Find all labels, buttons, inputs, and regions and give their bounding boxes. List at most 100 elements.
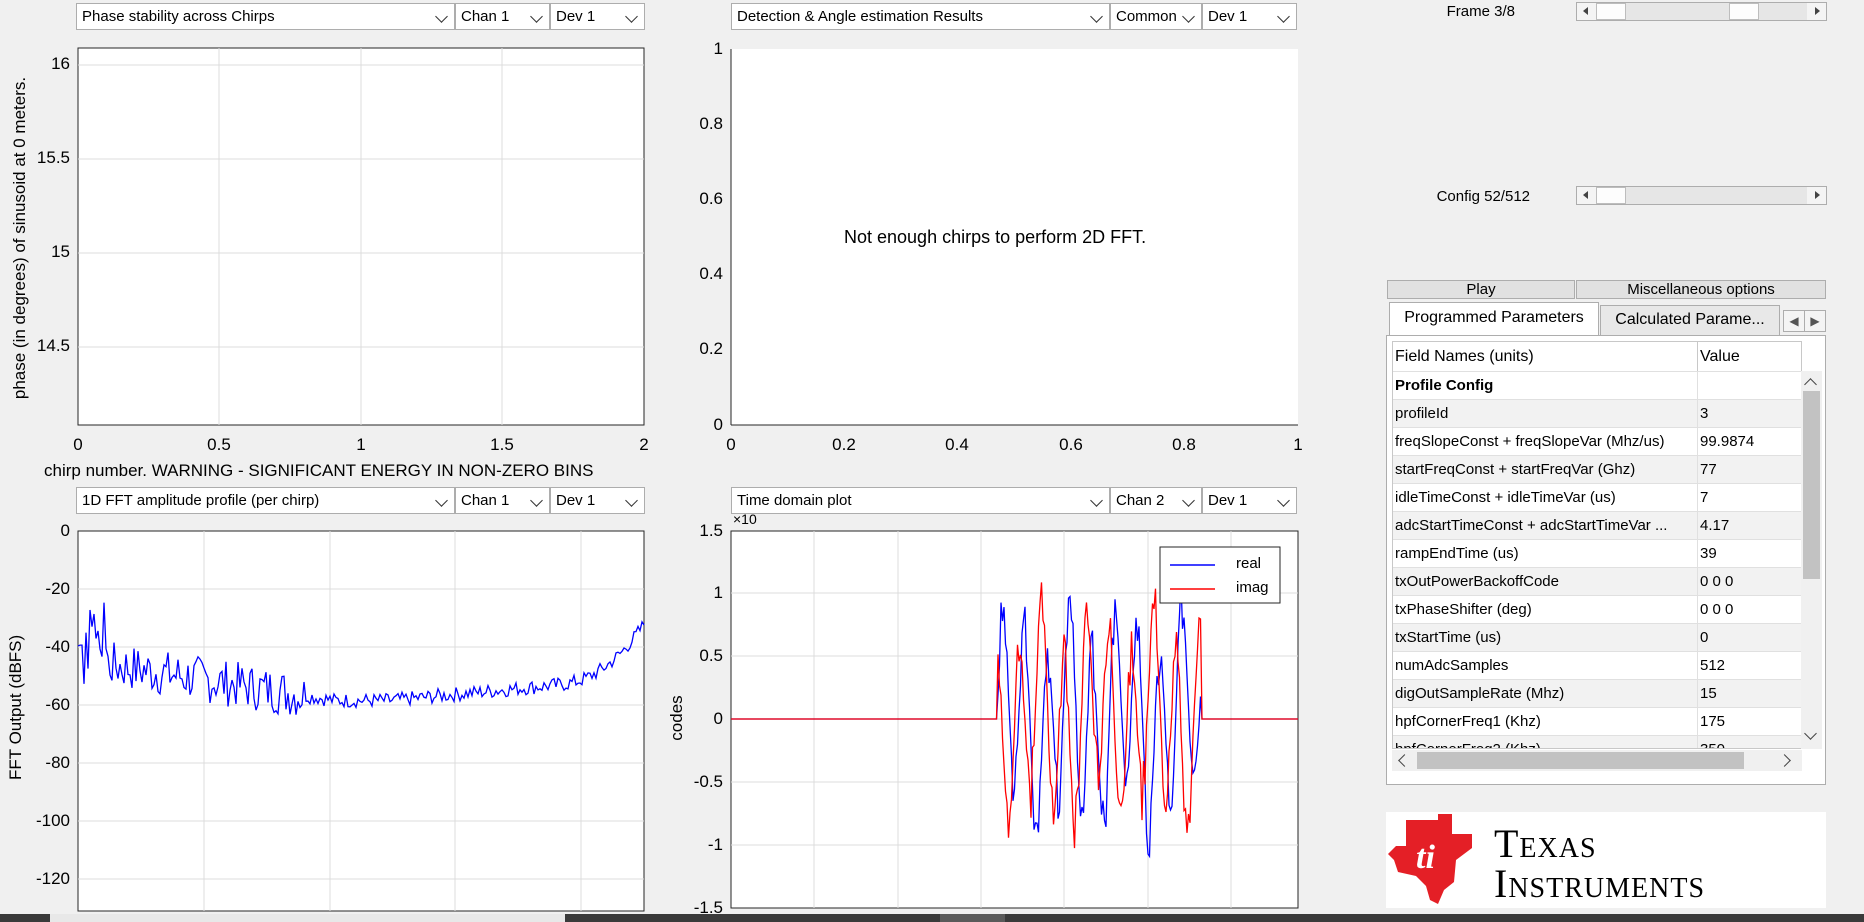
svg-text:ti: ti <box>1416 839 1435 876</box>
tab-scroll-right-icon[interactable]: ▶ <box>1804 310 1826 332</box>
phase-stability-plot: 16 15.5 15 14.5 0 0.5 1 1.5 2 <box>37 47 649 454</box>
field-name-cell: profileId <box>1393 399 1698 428</box>
chevron-down-icon <box>1274 4 1296 29</box>
frame-slider[interactable] <box>1576 2 1827 21</box>
channel-select[interactable]: Chan 2 <box>1110 487 1202 514</box>
misc-options-button[interactable]: Miscellaneous options <box>1576 280 1826 299</box>
y-tick: 0.8 <box>699 114 723 133</box>
slider-thumb[interactable] <box>1596 187 1626 204</box>
chevron-down-icon <box>1274 488 1296 513</box>
tab-calculated-parameters[interactable]: Calculated Parame... <box>1600 305 1780 335</box>
device-select[interactable]: Dev 1 <box>1202 487 1297 514</box>
chevron-down-icon <box>1087 488 1109 513</box>
exponent-label: ×10 <box>733 511 757 527</box>
scroll-down-icon[interactable] <box>1804 727 1817 740</box>
scrollbar-thumb[interactable] <box>1417 752 1744 769</box>
frame-label: Frame 3/8 <box>1446 3 1515 20</box>
phase-stability-axes <box>77 47 645 426</box>
table-row[interactable]: txPhaseShifter (deg) 0 0 0 <box>1393 595 1801 624</box>
value-cell: 3 <box>1697 399 1801 428</box>
column-header-value[interactable]: Value <box>1697 342 1801 372</box>
y-tick: -100 <box>35 811 70 830</box>
field-name-cell: txStartTime (us) <box>1393 623 1698 652</box>
scroll-up-icon[interactable] <box>1804 378 1817 391</box>
no-data-message: Not enough chirps to perform 2D FFT. <box>844 227 1147 247</box>
tab-programmed-parameters[interactable]: Programmed Parameters <box>1389 302 1599 336</box>
table-row[interactable]: idleTimeConst + idleTimeVar (us) 7 <box>1393 483 1801 512</box>
scroll-right-icon[interactable] <box>1807 187 1826 204</box>
plot-type-select[interactable]: Time domain plot <box>731 487 1110 514</box>
chevron-down-icon <box>432 488 454 513</box>
x-tick: 0 <box>73 435 83 454</box>
table-row[interactable]: rampEndTime (us) 39 <box>1393 539 1801 568</box>
common-select[interactable]: Common <box>1110 3 1202 30</box>
ti-logo-line2: Instruments <box>1494 861 1706 906</box>
plot-type-select[interactable]: 1D FFT amplitude profile (per chirp) <box>76 487 455 514</box>
time-domain-plot: real imag ×10 1.5 1 0.5 0 -0.5 -1 -1.5 <box>694 511 1299 917</box>
y-tick: -60 <box>45 695 70 714</box>
table-row[interactable]: digOutSampleRate (Mhz) 15 <box>1393 679 1801 708</box>
scroll-left-icon[interactable] <box>1577 187 1596 204</box>
scroll-left-icon[interactable] <box>1577 3 1596 20</box>
x-tick: 0.5 <box>207 435 231 454</box>
table-row[interactable]: freqSlopeConst + freqSlopeVar (Mhz/us) 99… <box>1393 427 1801 456</box>
scrollbar-thumb[interactable] <box>1803 391 1820 579</box>
table-row[interactable]: adcStartTimeConst + adcStartTimeVar ... 4… <box>1393 511 1801 540</box>
table-row[interactable]: txOutPowerBackoffCode 0 0 0 <box>1393 567 1801 596</box>
field-name-cell: txOutPowerBackoffCode <box>1393 567 1698 596</box>
y-tick: -20 <box>45 579 70 598</box>
y-tick: -120 <box>35 869 70 888</box>
value-cell: 77 <box>1697 455 1801 484</box>
value-cell: 39 <box>1697 539 1801 568</box>
taskbar-item[interactable] <box>940 914 1005 922</box>
y-tick: -1 <box>707 835 723 854</box>
field-name-cell: idleTimeConst + idleTimeVar (us) <box>1393 483 1698 512</box>
value-cell: 0 0 0 <box>1697 567 1801 596</box>
channel-select[interactable]: Chan 1 <box>455 3 550 30</box>
table-row[interactable]: hpfCornerFreq2 (Khz)350 <box>1393 735 1801 748</box>
scroll-right-icon[interactable] <box>1778 754 1791 767</box>
scroll-left-icon[interactable] <box>1398 754 1411 767</box>
table-row[interactable]: txStartTime (us) 0 <box>1393 623 1801 652</box>
y-tick: -80 <box>45 753 70 772</box>
value-cell <box>1697 371 1801 400</box>
table-row[interactable]: numAdcSamples 512 <box>1393 651 1801 680</box>
detection-plot: 1 0.8 0.6 0.4 0.2 0 0 0.2 0.4 0.6 0.8 1 … <box>699 39 1302 454</box>
device-select[interactable]: Dev 1 <box>550 487 645 514</box>
value-cell: 15 <box>1697 679 1801 708</box>
table-row[interactable]: startFreqConst + startFreqVar (Ghz) 77 <box>1393 455 1801 484</box>
slider-thumb[interactable] <box>1596 3 1626 20</box>
column-header-field[interactable]: Field Names (units) <box>1393 342 1698 372</box>
taskbar-item[interactable] <box>50 914 565 922</box>
x-tick: 0.8 <box>1172 435 1196 454</box>
parameters-table: Field Names (units) Value Profile Config… <box>1393 342 1801 748</box>
field-name-cell: freqSlopeConst + freqSlopeVar (Mhz/us) <box>1393 427 1698 456</box>
device-select[interactable]: Dev 1 <box>550 3 645 30</box>
x-tick: 0.6 <box>1059 435 1083 454</box>
device-select[interactable]: Dev 1 <box>1202 3 1297 30</box>
table-row[interactable]: hpfCornerFreq1 (Khz) 175 <box>1393 707 1801 736</box>
y-tick: 16 <box>51 54 70 73</box>
channel-select[interactable]: Chan 1 <box>455 487 550 514</box>
tab-scroll-left-icon[interactable]: ◀ <box>1783 310 1805 332</box>
table-row[interactable]: profileId 3 <box>1393 399 1801 428</box>
chevron-down-icon <box>622 4 644 29</box>
horizontal-scrollbar[interactable] <box>1392 750 1802 771</box>
plot-type-select[interactable]: Detection & Angle estimation Results <box>731 3 1110 30</box>
table-row[interactable]: Profile Config <box>1393 371 1801 400</box>
table-container[interactable]: Field Names (units) Value Profile Config… <box>1392 341 1802 749</box>
x-tick: 0.4 <box>945 435 969 454</box>
play-button[interactable]: Play <box>1387 280 1575 299</box>
y-tick: 1 <box>713 39 723 58</box>
value-cell: 0 <box>1697 623 1801 652</box>
config-slider[interactable] <box>1576 186 1827 205</box>
y-axis-label: phase (in degrees) of sinusoid at 0 mete… <box>10 76 29 400</box>
scroll-right-icon[interactable] <box>1807 3 1826 20</box>
x-tick: 0 <box>726 435 736 454</box>
field-name-cell: adcStartTimeConst + adcStartTimeVar ... <box>1393 511 1698 540</box>
vertical-scrollbar[interactable] <box>1801 371 1822 749</box>
plot-type-select[interactable]: Phase stability across Chirps <box>76 3 455 30</box>
chevron-down-icon <box>1179 4 1201 29</box>
field-name-cell: digOutSampleRate (Mhz) <box>1393 679 1698 708</box>
slider-thumb[interactable] <box>1729 3 1759 20</box>
